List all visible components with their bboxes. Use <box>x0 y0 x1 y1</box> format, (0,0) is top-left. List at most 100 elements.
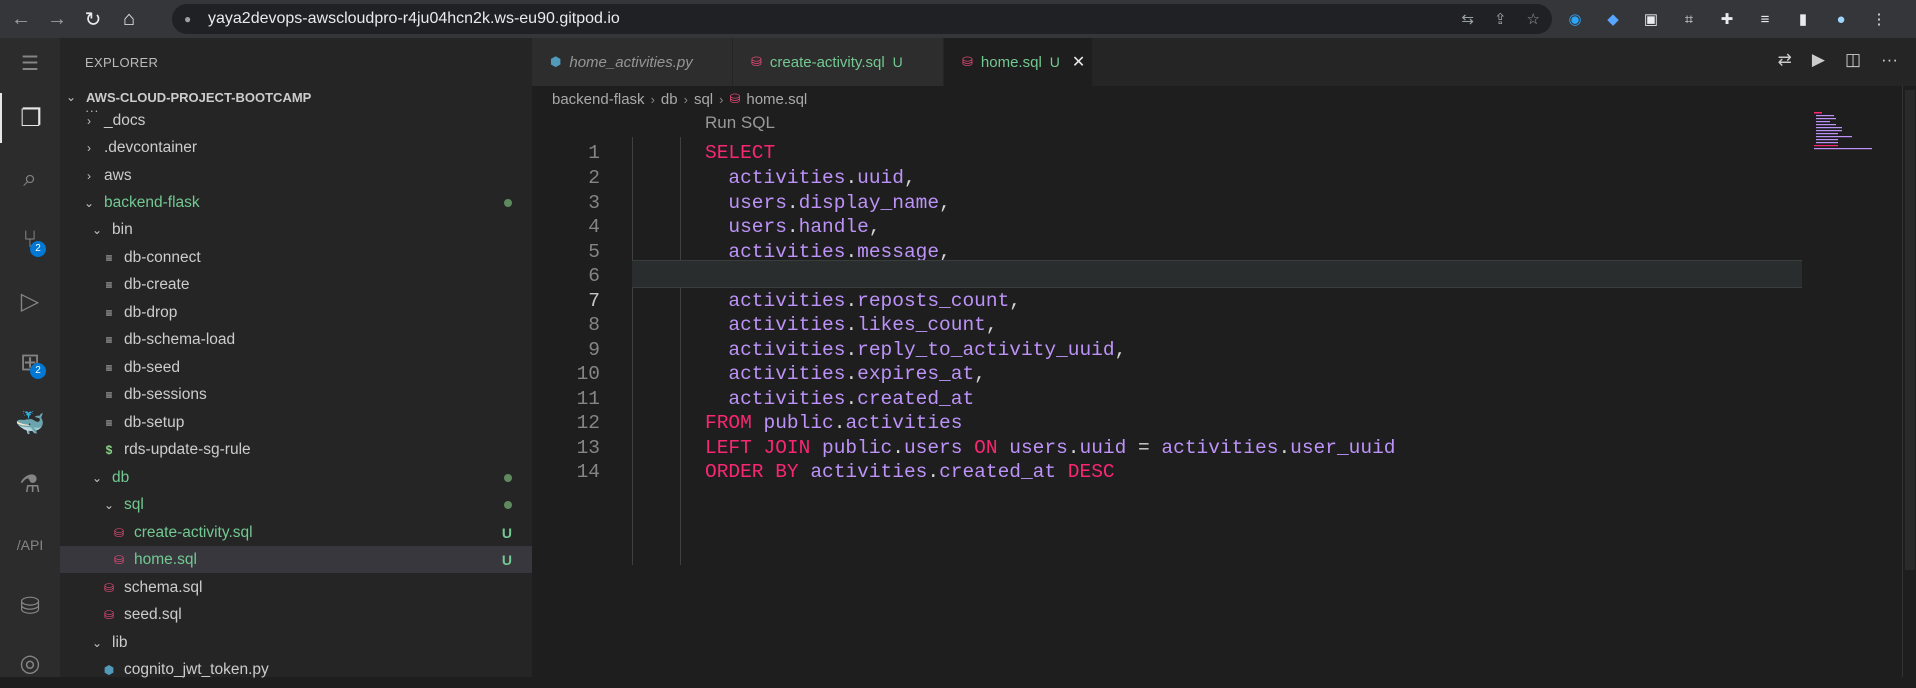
tree-item-sql[interactable]: ⌄ sql <box>60 491 532 518</box>
tree-item-docs[interactable]: › _docs <box>60 107 532 134</box>
github-icon[interactable]: ◎ <box>0 638 60 688</box>
breadcrumb-item[interactable]: home.sql <box>746 91 807 108</box>
editor-tab-bar: ⬢ home_activities.py ⛁ create-activity.s… <box>532 38 1916 86</box>
workspace-root[interactable]: ⌄ AWS-CLOUD-PROJECT-BOOTCAMP <box>60 86 532 108</box>
extensions-area: ◉ ◆ ▣ ⌗ ✚ ≡ ▮ ● ⋮ <box>1565 6 1889 32</box>
extension-icon-2[interactable]: ◆ <box>1603 10 1623 28</box>
bookmark-star-icon[interactable]: ☆ <box>1527 10 1540 28</box>
chevron-down-icon: ⌄ <box>103 497 115 512</box>
run-sql-codelens[interactable]: Run SQL <box>705 113 775 133</box>
api-icon[interactable]: /API <box>0 520 60 570</box>
database-file-icon: ⛁ <box>962 54 973 69</box>
tree-item-schema-sql[interactable]: ⛁ schema.sql <box>60 574 532 601</box>
tree-item-label: cognito_jwt_token.py <box>124 660 269 678</box>
translate-icon[interactable]: ⇆ <box>1461 10 1474 28</box>
tree-item-cognito-jwt-token-py[interactable]: ⬢ cognito_jwt_token.py <box>60 656 532 683</box>
tree-item-db-connect[interactable]: ≡ db-connect <box>60 244 532 271</box>
scm-badge: 2 <box>30 241 46 257</box>
tree-item-label: db-seed <box>124 358 181 376</box>
reload-icon[interactable]: ↻ <box>78 7 108 32</box>
tree-item-db-setup[interactable]: ≡ db-setup <box>60 409 532 436</box>
more-actions-icon[interactable]: ··· <box>1881 50 1898 70</box>
compare-changes-icon[interactable]: ⇄ <box>1778 50 1792 70</box>
tree-item-label: db-sessions <box>124 385 207 403</box>
tree-item-rds-update-sg-rule[interactable]: $ rds-update-sg-rule <box>60 436 532 463</box>
tree-item-db-sessions[interactable]: ≡ db-sessions <box>60 381 532 408</box>
url-text[interactable]: yaya2devops-awscloudpro-r4ju04hcn2k.ws-e… <box>208 10 620 28</box>
tree-item-db-seed[interactable]: ≡ db-seed <box>60 354 532 381</box>
tree-item-home-sql[interactable]: ⛁ home.sql U <box>60 546 532 573</box>
line-number: 14 <box>576 461 600 483</box>
tree-item-label: db-create <box>124 275 190 293</box>
search-icon[interactable]: ⌕ <box>0 154 60 204</box>
split-editor-icon[interactable]: ◫ <box>1845 50 1861 70</box>
shell-script-icon: $ <box>105 442 113 457</box>
tree-item-label: sql <box>124 495 144 513</box>
testing-flask-icon[interactable]: ⚗ <box>0 459 60 509</box>
python-file-icon: ⬢ <box>550 54 562 69</box>
tree-item-label: create-activity.sql <box>134 523 253 541</box>
side-panel-icon[interactable]: ▮ <box>1793 10 1813 28</box>
run-icon[interactable]: ▶ <box>1812 50 1825 70</box>
tree-item-db-drop[interactable]: ≡ db-drop <box>60 299 532 326</box>
tree-item-label: schema.sql <box>124 578 203 596</box>
source-control-icon[interactable]: ⑂ 2 <box>0 215 60 265</box>
chevron-right-icon: › <box>650 91 655 107</box>
breadcrumb-item[interactable]: db <box>661 91 678 108</box>
tree-item-db[interactable]: ⌄ db <box>60 464 532 491</box>
tree-item-devcontainer[interactable]: › .devcontainer <box>60 134 532 161</box>
address-bar[interactable]: ● yaya2devops-awscloudpro-r4ju04hcn2k.ws… <box>172 4 1552 34</box>
tree-item-bin[interactable]: ⌄ bin <box>60 216 532 243</box>
code-line[interactable]: 14 ORDER BY activities.created_at DESC <box>532 457 1802 487</box>
back-icon[interactable]: ← <box>6 8 36 31</box>
tree-item-seed-sql[interactable]: ⛁ seed.sql <box>60 601 532 628</box>
tab-label: home.sql <box>980 53 1042 71</box>
code-editor[interactable]: Run SQL 1 SELECT 2 activities.uuid, 3 use… <box>532 110 1916 677</box>
menu-kebab-icon[interactable]: ⋮ <box>1869 10 1889 28</box>
site-info-icon[interactable]: ● <box>184 12 198 26</box>
extensions-puzzle-icon[interactable]: ✚ <box>1717 10 1737 28</box>
untracked-status: U <box>501 524 512 541</box>
chevron-down-icon: ⌄ <box>91 222 103 237</box>
tab-home-sql[interactable]: ⛁ home.sql U ✕ <box>944 38 1092 86</box>
tree-item-label: home.sql <box>134 550 197 568</box>
tree-item-lib[interactable]: ⌄ lib <box>60 629 532 656</box>
tree-item-label: db-setup <box>124 413 185 431</box>
tree-item-db-schema-load[interactable]: ≡ db-schema-load <box>60 326 532 353</box>
profile-avatar-icon[interactable]: ● <box>1831 11 1851 28</box>
extensions-badge: 2 <box>30 363 46 379</box>
forward-icon[interactable]: → <box>42 8 72 31</box>
scrollbar-thumb[interactable] <box>1905 90 1915 570</box>
tree-item-backend-flask[interactable]: ⌄ backend-flask <box>60 189 532 216</box>
modified-dot <box>504 473 512 482</box>
chevron-down-icon: ⌄ <box>91 635 103 650</box>
close-icon[interactable]: ✕ <box>1072 52 1085 72</box>
breadcrumb-item[interactable]: sql <box>694 91 713 108</box>
text-file-icon: ≡ <box>105 305 113 320</box>
current-line-highlight <box>632 260 1802 288</box>
tree-item-create-activity-sql[interactable]: ⛁ create-activity.sql U <box>60 519 532 546</box>
tree-item-label: backend-flask <box>104 193 200 211</box>
screenshot-icon[interactable]: ⌗ <box>1679 11 1699 28</box>
tree-item-aws[interactable]: › aws <box>60 162 532 189</box>
docker-icon[interactable]: 🐳 <box>0 398 60 448</box>
database-icon[interactable]: ⛁ <box>0 581 60 631</box>
hamburger-menu-icon[interactable]: ☰ <box>0 38 60 88</box>
tree-item-db-create[interactable]: ≡ db-create <box>60 271 532 298</box>
explorer-icon[interactable]: ❐ <box>0 93 60 143</box>
reading-list-icon[interactable]: ≡ <box>1755 11 1775 28</box>
breadcrumb-item[interactable]: backend-flask <box>552 91 645 108</box>
tab-home-activities-py[interactable]: ⬢ home_activities.py <box>532 38 732 86</box>
tree-item-label: aws <box>104 166 132 184</box>
minimap[interactable] <box>1812 110 1872 150</box>
chevron-down-icon: ⌄ <box>83 195 95 210</box>
extensions-icon[interactable]: ⊞ 2 <box>0 337 60 387</box>
share-icon[interactable]: ⇪ <box>1494 10 1507 28</box>
extension-icon-3[interactable]: ▣ <box>1641 10 1661 28</box>
tab-create-activity-sql[interactable]: ⛁ create-activity.sql U <box>733 38 943 86</box>
untracked-status: U <box>501 551 512 568</box>
extension-icon-1[interactable]: ◉ <box>1565 10 1585 28</box>
modified-dot <box>504 500 512 509</box>
run-debug-icon[interactable]: ▷ <box>0 276 60 326</box>
home-icon[interactable]: ⌂ <box>114 8 144 31</box>
